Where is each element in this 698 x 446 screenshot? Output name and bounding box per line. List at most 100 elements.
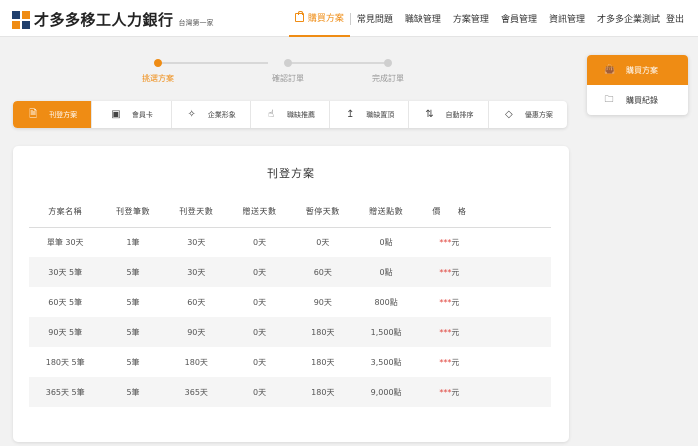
tab-company-image[interactable]: ✧ 企業形象: [172, 101, 251, 128]
table-cell-spacer: [481, 347, 551, 377]
tab-auto-sort[interactable]: ⇅ 自動排序: [409, 101, 489, 128]
table-row: 365天 5筆 5筆 365天 0天 180天 9,000點 ***元: [29, 377, 551, 407]
table-cell-pause-days: 180天: [311, 357, 335, 367]
brand-subtitle: 台灣第一家: [178, 18, 214, 27]
table-cell-price: ***元: [418, 227, 481, 257]
price-unit: 元: [451, 237, 460, 247]
tab-member-card[interactable]: ▣ 會員卡: [92, 101, 172, 128]
table-cell-bonus-days: 0天: [253, 237, 267, 247]
tab-discount[interactable]: ◇ 優惠方案: [489, 101, 567, 128]
price-unit: 元: [451, 297, 460, 307]
table-cell-count: 5筆: [101, 317, 165, 347]
table-cell-name: 60天 5筆: [48, 297, 83, 307]
table-cell-days: 180天: [184, 357, 208, 367]
table-cell-days: 60天: [187, 297, 206, 307]
nav-item-logout[interactable]: 登出: [666, 0, 690, 37]
table-cell-days: 365天: [164, 377, 228, 407]
hand-icon: ☝: [267, 108, 275, 120]
tab-label: 企業形象: [207, 110, 236, 119]
tab-job-pin-top[interactable]: ↥ 職缺置頂: [330, 101, 410, 128]
price-unit: 元: [451, 327, 460, 337]
table-cell-count: 5筆: [126, 357, 140, 367]
table-row: 60天 5筆 5筆 60天 0天 90天 800點 ***元: [29, 287, 551, 317]
table-cell-count: 5筆: [101, 377, 165, 407]
table-cell-spacer: [481, 227, 551, 257]
step-connector: [158, 62, 268, 64]
table-cell-name: 365天 5筆: [29, 377, 102, 407]
table-cell-name: 30天 5筆: [29, 257, 102, 287]
nav-item-faq[interactable]: 常見問題: [351, 0, 399, 37]
tab-label: 會員卡: [131, 110, 153, 119]
price-hidden-value: ***: [439, 357, 452, 367]
step-dot-select: [154, 59, 162, 67]
price-unit: 元: [451, 387, 460, 397]
tab-job-recommend[interactable]: ☝ 職缺推薦: [251, 101, 331, 128]
brand-logo[interactable]: 才多多移工人力銀行 台灣第一家: [12, 9, 214, 30]
step-label-select: 挑選方案: [142, 74, 174, 83]
step-dot-complete: [384, 59, 392, 67]
price-hidden-value: ***: [439, 297, 452, 307]
shopping-bag-icon: [294, 11, 304, 22]
table-cell-days: 90天: [164, 317, 228, 347]
tab-label: 刊登方案: [49, 110, 78, 119]
table-cell-name: 90天 5筆: [29, 317, 102, 347]
table-cell-count: 5筆: [126, 297, 140, 307]
table-row: 180天 5筆 5筆 180天 0天 180天 3,500點 ***元: [29, 347, 551, 377]
table-cell-price: ***元: [417, 317, 481, 347]
table-cell-count: 1筆: [126, 237, 140, 247]
col-header: 贈送點數: [354, 197, 418, 228]
side-item-label: 購買紀錄: [626, 95, 658, 105]
table-cell-bonus-days: 0天: [227, 257, 292, 287]
table-cell-spacer: [481, 257, 551, 287]
col-header: 刊登天數: [164, 197, 228, 228]
table-row: 90天 5筆 5筆 90天 0天 180天 1,500點 ***元: [29, 317, 551, 347]
plan-table: 方案名稱 刊登筆數 刊登天數 贈送天數 暫停天數 贈送點數 價 格 單筆 30天…: [29, 197, 551, 407]
nav-item-members[interactable]: 會員管理: [495, 0, 543, 37]
side-menu: 👜 購買方案 🗀 購買紀錄: [587, 55, 688, 115]
table-cell-name: 180天 5筆: [45, 357, 85, 367]
side-item-label: 購買方案: [626, 65, 658, 75]
side-item-purchase-history[interactable]: 🗀 購買紀錄: [587, 85, 688, 115]
col-header: 價 格: [417, 197, 481, 228]
step-connector: [288, 62, 388, 64]
table-cell-spacer: [481, 317, 551, 347]
table-header-row: 方案名稱 刊登筆數 刊登天數 贈送天數 暫停天數 贈送點數 價 格: [29, 197, 551, 228]
table-cell-bonus-points: 1,500點: [354, 317, 418, 347]
nav-item-info[interactable]: 資訊管理: [543, 0, 591, 37]
table-cell-price: ***元: [418, 287, 481, 317]
table-cell-bonus-days: 0天: [227, 317, 292, 347]
order-stepper: 挑選方案 確認訂單 完成訂單: [142, 57, 410, 87]
document-icon: 🗎: [29, 108, 38, 120]
arrow-up-icon: ↥: [346, 108, 355, 120]
table-cell-bonus-days: 0天: [253, 297, 267, 307]
table-cell-bonus-points: 3,500點: [370, 357, 402, 367]
tab-label: 職缺置頂: [366, 110, 395, 119]
table-cell-bonus-points: 9,000點: [354, 377, 418, 407]
tab-label: 自動排序: [445, 110, 474, 119]
table-cell-pause-days: 90天: [313, 297, 332, 307]
nav-item-buy-plan[interactable]: 購買方案: [288, 0, 350, 37]
nav-item-plans[interactable]: 方案管理: [447, 0, 495, 37]
table-cell-pause-days: 180天: [291, 317, 355, 347]
table-cell-pause-days: 0天: [316, 237, 330, 247]
tab-label: 職缺推薦: [286, 110, 315, 119]
col-header: 刊登筆數: [101, 197, 165, 228]
side-item-buy-plan[interactable]: 👜 購買方案: [587, 55, 688, 85]
table-cell-count: 5筆: [101, 257, 165, 287]
logo-mark-icon: [12, 10, 30, 29]
price-hidden-value: ***: [439, 387, 452, 397]
nav-item-jobs[interactable]: 職缺管理: [399, 0, 447, 37]
nav-label: 購買方案: [307, 14, 344, 24]
step-dot-confirm: [284, 59, 292, 67]
price-unit: 元: [451, 357, 460, 367]
table-cell-spacer: [481, 287, 551, 317]
card-title: 刊登方案: [267, 167, 315, 180]
table-cell-price: ***元: [417, 257, 481, 287]
table-cell-bonus-points: 0點: [354, 257, 418, 287]
col-header: 方案名稱: [29, 197, 102, 228]
nav-item-account[interactable]: 才多多企業測試: [591, 0, 666, 37]
table-cell-bonus-points: 800點: [374, 297, 398, 307]
tab-listing-plan[interactable]: 🗎 刊登方案: [13, 101, 93, 128]
table-cell-pause-days: 180天: [291, 377, 355, 407]
plan-card: 刊登方案 方案名稱 刊登筆數 刊登天數 贈送天數 暫停天數 贈送點數 價 格 單…: [13, 146, 569, 442]
